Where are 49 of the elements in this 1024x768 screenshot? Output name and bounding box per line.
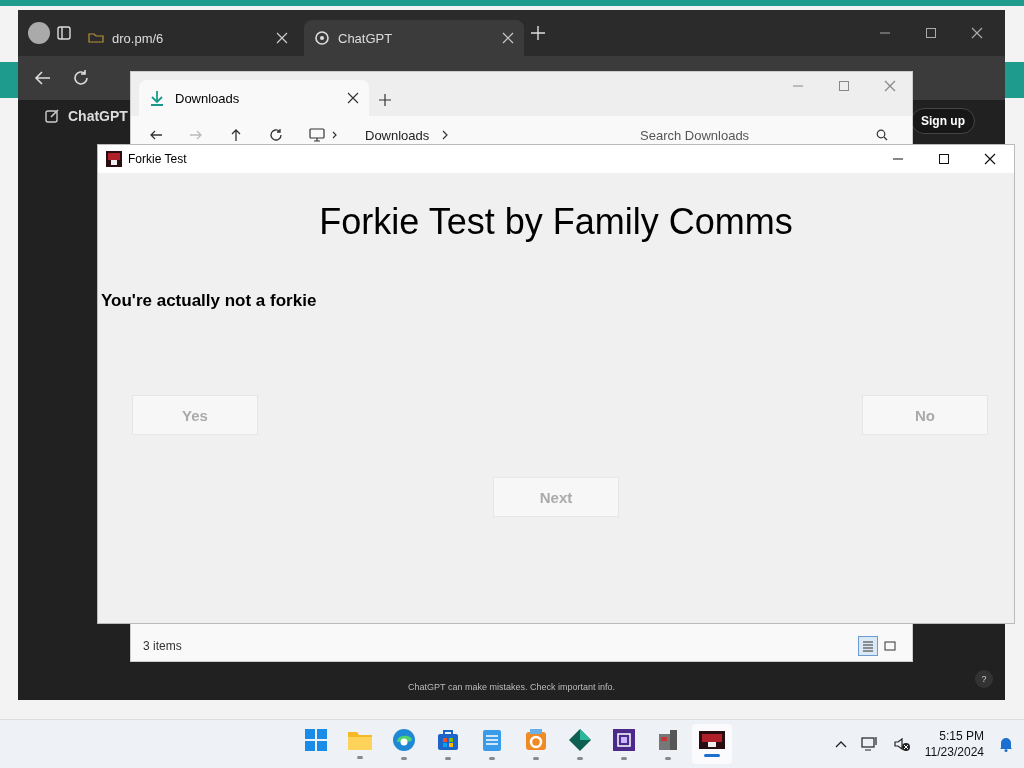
- tab-actions-icon[interactable]: [56, 25, 72, 41]
- new-tab-icon[interactable]: [379, 94, 391, 106]
- maximize-icon[interactable]: [925, 27, 937, 39]
- browser-icon[interactable]: [392, 728, 416, 752]
- notification-bell-icon[interactable]: [998, 736, 1014, 752]
- profile-avatar[interactable]: [28, 22, 50, 44]
- refresh-icon[interactable]: [269, 128, 283, 142]
- chevron-up-icon[interactable]: [834, 740, 847, 748]
- chevron-icon[interactable]: [441, 129, 450, 141]
- list-icon: [862, 640, 874, 652]
- notepad-icon[interactable]: [481, 728, 503, 752]
- forkie-app-icon[interactable]: [699, 731, 725, 749]
- download-icon: [149, 90, 165, 106]
- diamond-icon[interactable]: [568, 728, 592, 752]
- heading: Forkie Test by Family Comms: [318, 201, 794, 243]
- computer-icon[interactable]: [309, 128, 339, 142]
- help-button[interactable]: ?: [975, 670, 993, 688]
- sign-up-button[interactable]: Sign up: [911, 108, 975, 134]
- volume-muted-icon[interactable]: [892, 736, 911, 752]
- chip-icon[interactable]: [612, 728, 636, 752]
- network-icon[interactable]: [860, 736, 879, 752]
- refresh-icon[interactable]: [72, 69, 90, 87]
- breadcrumb-item[interactable]: Downloads: [365, 127, 430, 143]
- close-icon[interactable]: [971, 27, 983, 39]
- window-title: Forkie Test: [128, 152, 187, 166]
- windows-logo-icon[interactable]: [304, 728, 328, 752]
- brand-name[interactable]: ChatGPT: [68, 108, 128, 124]
- back-icon[interactable]: [149, 128, 163, 142]
- tool-icon[interactable]: [656, 728, 680, 752]
- square-icon: [884, 640, 896, 652]
- up-icon[interactable]: [229, 128, 243, 142]
- back-icon[interactable]: [34, 69, 52, 87]
- store-icon[interactable]: [436, 728, 460, 752]
- browser-tab[interactable]: dro.pm/6: [78, 20, 298, 56]
- edit-icon[interactable]: [44, 108, 60, 124]
- search-field[interactable]: Search Downloads: [638, 126, 876, 144]
- clock[interactable]: 5:15 PM 11/23/2024: [924, 728, 984, 760]
- maximize-icon[interactable]: [938, 153, 950, 165]
- close-icon[interactable]: [347, 92, 359, 104]
- close-icon[interactable]: [984, 153, 996, 165]
- disclaimer-text: ChatGPT can make mistakes. Check important info.: [407, 682, 616, 692]
- app-icon: [106, 151, 122, 167]
- explorer-tab[interactable]: Downloads: [139, 80, 369, 116]
- item-count: 3 items: [143, 639, 182, 653]
- taskbar-app[interactable]: [692, 724, 732, 764]
- details-view-button[interactable]: [858, 636, 878, 656]
- search-icon[interactable]: [876, 129, 888, 141]
- result-message: You're actually not a forkie: [101, 291, 318, 311]
- browser-tab[interactable]: ChatGPT: [304, 20, 524, 56]
